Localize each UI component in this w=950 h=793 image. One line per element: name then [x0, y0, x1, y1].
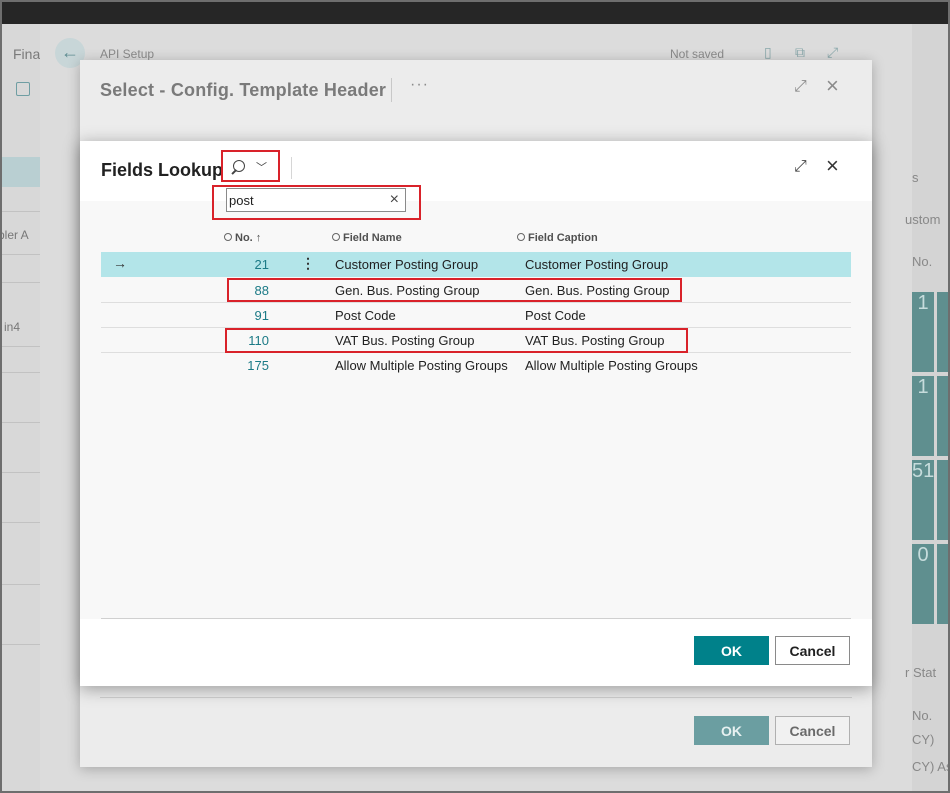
table-row[interactable]: 88 Gen. Bus. Posting Group Gen. Bus. Pos…: [101, 278, 851, 303]
chevron-down-icon: ﹀: [256, 162, 267, 174]
app-label[interactable]: Fina: [13, 46, 40, 62]
divider: [0, 372, 40, 373]
table-row[interactable]: → 21 ⋮ Customer Posting Group Customer P…: [101, 252, 851, 277]
expand-icon[interactable]: ⤢: [827, 44, 838, 61]
column-header-label: Field Name: [343, 232, 402, 244]
divider: [100, 697, 852, 698]
column-header-field-caption[interactable]: Field Caption: [517, 232, 598, 244]
kpi-tile[interactable]: 1: [912, 292, 934, 372]
kpi-tile-value: 1: [917, 376, 929, 398]
field-name: Customer Posting Group: [335, 257, 479, 272]
page-name: API Setup: [100, 47, 155, 61]
sort-ascending-icon: ↑: [255, 232, 262, 244]
kpi-tile[interactable]: [937, 292, 949, 372]
field-name: Post Code: [335, 308, 396, 323]
search-input[interactable]: [229, 191, 379, 209]
table-row[interactable]: 110 VAT Bus. Posting Group VAT Bus. Post…: [101, 328, 851, 353]
kpi-tile[interactable]: [937, 460, 949, 540]
background-factbox-fragment: r Stat: [905, 665, 937, 680]
field-number[interactable]: 175: [221, 358, 269, 373]
divider: [0, 644, 40, 645]
kpi-tile-value: 0: [917, 544, 929, 566]
divider: [101, 618, 851, 619]
dialog-title: Select - Config. Template Header: [100, 80, 387, 100]
field-caption: Allow Multiple Posting Groups: [525, 358, 698, 373]
background-factbox-fragment: s: [912, 170, 919, 185]
clear-search-icon[interactable]: ×: [390, 190, 399, 210]
kpi-tile[interactable]: 51: [912, 460, 934, 540]
divider: [0, 422, 40, 423]
table-row[interactable]: 175 Allow Multiple Posting Groups Allow …: [101, 353, 851, 378]
divider: [0, 584, 40, 585]
save-status: Not saved: [670, 47, 725, 61]
more-options-button[interactable]: ···: [410, 76, 429, 94]
column-header-no[interactable]: No. ↑: [224, 232, 261, 244]
divider: [0, 211, 40, 212]
divider: [0, 282, 40, 283]
top-bar: [0, 0, 950, 24]
ok-button[interactable]: OK: [694, 716, 769, 745]
field-number[interactable]: 88: [221, 283, 269, 298]
divider: [291, 157, 292, 179]
arrow-right-icon: →: [113, 255, 127, 271]
field-number[interactable]: 110: [221, 333, 269, 348]
search-toggle-button[interactable]: ﹀: [223, 154, 277, 182]
bookmark-icon[interactable]: ▯: [764, 44, 772, 61]
kpi-tile[interactable]: [937, 376, 949, 456]
search-icon: [517, 233, 525, 242]
divider: [0, 346, 40, 347]
background-list-fragment: bler A: [0, 228, 29, 242]
kpi-tile[interactable]: 1: [912, 376, 934, 456]
divider: [0, 472, 40, 473]
background-factbox-fragment: ustom: [905, 212, 941, 227]
search-icon: [332, 233, 340, 242]
kpi-tile[interactable]: 0: [912, 544, 934, 624]
field-name: Allow Multiple Posting Groups: [335, 358, 508, 373]
search-field[interactable]: ×: [226, 188, 406, 212]
background-nav-pane: Fina bler A in4: [0, 24, 40, 793]
ok-button[interactable]: OK: [694, 636, 769, 665]
cancel-button[interactable]: Cancel: [775, 716, 850, 745]
background-factbox-fragment: No.: [912, 254, 933, 269]
kpi-tile[interactable]: [937, 544, 949, 624]
table-row[interactable]: 91 Post Code Post Code: [101, 303, 851, 328]
arrow-left-icon: ←: [61, 42, 79, 62]
cancel-button[interactable]: Cancel: [775, 636, 850, 665]
screenshot-frame: Fina bler A in4 ← API Setup Not saved ▯ …: [0, 0, 950, 793]
column-header-label: No.: [235, 232, 253, 244]
column-header-label: Field Caption: [528, 232, 598, 244]
background-list-fragment: in4: [4, 320, 21, 334]
divider: [0, 254, 40, 255]
kpi-tile-value: 1: [917, 292, 929, 314]
close-icon[interactable]: ×: [826, 75, 839, 97]
table-icon[interactable]: [16, 82, 30, 96]
search-icon: [224, 233, 232, 242]
divider: [0, 522, 40, 523]
field-caption: Post Code: [525, 308, 586, 323]
background-factbox-fragment: No.: [912, 708, 933, 723]
divider: [391, 78, 392, 102]
kpi-tile-value: 51: [912, 460, 935, 482]
field-caption: VAT Bus. Posting Group: [525, 333, 665, 348]
field-number[interactable]: 21: [221, 257, 269, 272]
field-name: Gen. Bus. Posting Group: [335, 283, 480, 298]
column-header-field-name[interactable]: Field Name: [332, 232, 402, 244]
fields-lookup-dialog: Fields Lookup ﹀ ⤢ × × No. ↑ Field Name F…: [80, 141, 872, 686]
background-factbox-fragment: CY) As: [912, 759, 950, 774]
background-factbox-fragment: CY): [912, 732, 935, 747]
close-icon[interactable]: ×: [826, 155, 839, 177]
vertical-ellipsis-icon[interactable]: ⋮: [301, 255, 315, 272]
field-name: VAT Bus. Posting Group: [335, 333, 475, 348]
expand-icon[interactable]: ⤢: [794, 78, 807, 96]
expand-icon[interactable]: ⤢: [794, 158, 807, 176]
dialog-title: Fields Lookup: [101, 160, 224, 180]
open-in-new-window-icon[interactable]: ⧉: [795, 44, 805, 61]
field-number[interactable]: 91: [221, 308, 269, 323]
field-caption: Gen. Bus. Posting Group: [525, 283, 670, 298]
nav-selected-item[interactable]: [0, 157, 40, 187]
field-caption: Customer Posting Group: [525, 257, 669, 272]
